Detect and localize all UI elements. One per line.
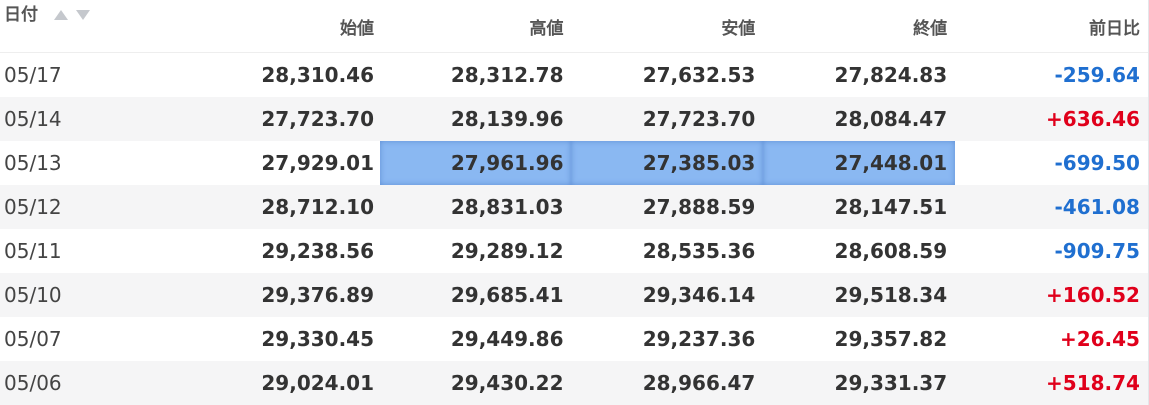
table-row: 05/17 28,310.46 28,312.78 27,632.53 27,8… xyxy=(0,53,1148,97)
row-close-selected[interactable]: 27,448.01 xyxy=(763,141,956,185)
row-close: 27,824.83 xyxy=(834,63,948,87)
row-close: 28,147.51 xyxy=(834,195,948,219)
table-header: 日付 始値 高値 安値 終値 前日比 xyxy=(0,0,1148,53)
row-open: 29,330.45 xyxy=(261,327,374,351)
table-row: 05/10 29,376.89 29,685.41 29,346.14 29,5… xyxy=(0,273,1148,317)
row-high: 28,139.96 xyxy=(450,107,564,131)
row-change: +636.46 xyxy=(1046,107,1140,131)
row-open: 27,929.01 xyxy=(261,151,374,175)
row-change: +160.52 xyxy=(1046,283,1140,307)
row-low: 27,632.53 xyxy=(642,63,756,87)
row-close: 29,518.34 xyxy=(834,283,948,307)
row-date-open-group: 05/07 29,330.45 xyxy=(0,317,380,361)
row-date-open-group: 05/14 27,723.70 xyxy=(0,97,380,141)
row-change: -461.08 xyxy=(1054,195,1140,219)
row-date-open-group: 05/10 29,376.89 xyxy=(0,273,380,317)
header-close[interactable]: 終値 xyxy=(763,0,955,52)
header-high[interactable]: 高値 xyxy=(380,0,572,52)
row-high: 29,430.22 xyxy=(450,371,564,395)
row-low: 29,346.14 xyxy=(642,283,756,307)
header-change-label: 前日比 xyxy=(1088,18,1140,39)
row-close: 28,608.59 xyxy=(834,239,948,263)
row-high: 29,685.41 xyxy=(450,283,564,307)
row-low-selected[interactable]: 27,385.03 xyxy=(571,141,764,185)
table-row: 05/11 29,238.56 29,289.12 28,535.36 28,6… xyxy=(0,229,1148,273)
row-date-open-group: 05/06 29,024.01 xyxy=(0,361,380,405)
stock-price-table: 日付 始値 高値 安値 終値 前日比 05/17 28,310.46 28,31… xyxy=(0,0,1149,405)
row-low: 29,237.36 xyxy=(642,327,756,351)
header-open-label: 始値 xyxy=(340,18,374,39)
header-low[interactable]: 安値 xyxy=(571,0,763,52)
row-high: 28,312.78 xyxy=(450,63,564,87)
row-high: 29,289.12 xyxy=(450,239,564,263)
row-close: 29,357.82 xyxy=(834,327,948,351)
header-low-label: 安値 xyxy=(721,18,756,39)
row-open: 29,024.01 xyxy=(261,371,374,395)
header-high-label: 高値 xyxy=(529,18,564,39)
row-close: 28,084.47 xyxy=(834,107,948,131)
row-high-selected[interactable]: 27,961.96 xyxy=(379,141,572,185)
header-open[interactable]: 始値 xyxy=(0,0,380,52)
row-change: +26.45 xyxy=(1059,327,1140,351)
table-row: 05/07 29,330.45 29,449.86 29,237.36 29,3… xyxy=(0,317,1148,361)
row-date-open-group: 05/11 29,238.56 xyxy=(0,229,380,273)
table-row: 05/13 27,929.01 27,961.96 27,385.03 27,4… xyxy=(0,141,1148,185)
row-date-open-group: 05/13 27,929.01 xyxy=(0,141,380,185)
row-change: -699.50 xyxy=(1054,151,1140,175)
row-date-open-group: 05/17 28,310.46 xyxy=(0,53,380,97)
row-date-open-group: 05/12 28,712.10 xyxy=(0,185,380,229)
row-low: 28,966.47 xyxy=(642,371,756,395)
row-change: -909.75 xyxy=(1054,239,1140,263)
table-row: 05/14 27,723.70 28,139.96 27,723.70 28,0… xyxy=(0,97,1148,141)
row-change: -259.64 xyxy=(1054,63,1140,87)
header-date-open-group: 日付 始値 xyxy=(0,0,380,52)
header-change[interactable]: 前日比 xyxy=(955,0,1148,52)
table-row: 05/06 29,024.01 29,430.22 28,966.47 29,3… xyxy=(0,361,1148,405)
row-open: 29,238.56 xyxy=(261,239,374,263)
row-high: 28,831.03 xyxy=(450,195,564,219)
header-close-label: 終値 xyxy=(913,18,948,39)
row-low: 27,888.59 xyxy=(642,195,756,219)
row-high: 29,449.86 xyxy=(450,327,564,351)
row-low: 28,535.36 xyxy=(642,239,756,263)
row-change: +518.74 xyxy=(1046,371,1140,395)
row-open: 28,712.10 xyxy=(261,195,374,219)
row-open: 28,310.46 xyxy=(261,63,374,87)
row-close: 29,331.37 xyxy=(834,371,948,395)
row-open: 27,723.70 xyxy=(261,107,374,131)
row-open: 29,376.89 xyxy=(261,283,374,307)
table-row: 05/12 28,712.10 28,831.03 27,888.59 28,1… xyxy=(0,185,1148,229)
row-low: 27,723.70 xyxy=(642,107,756,131)
